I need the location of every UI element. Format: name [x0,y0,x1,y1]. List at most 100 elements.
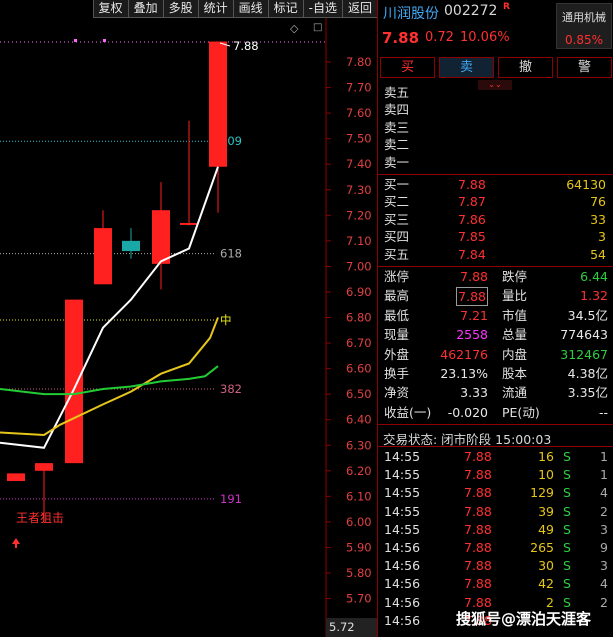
toolbar-button[interactable]: 叠加 [127,0,163,18]
level-label: 买一 [384,177,410,192]
stat-value: 2558 [456,327,488,343]
sell-button[interactable]: 卖 [439,57,494,78]
level-label: 卖三 [384,119,410,135]
stat-label: 流通 [502,385,528,401]
y-tick-label: 6.20 [346,464,372,478]
ma-yellow-line [0,317,219,437]
tick-time: 14:56 [384,576,421,592]
level-label: 买三 [384,211,410,227]
tick-price: 7.88 [464,467,492,483]
ask-row[interactable]: 卖四 [378,101,613,118]
tick-row: 14:55 7.88 129 S 4 [378,484,613,502]
alert-button[interactable]: 警 [557,57,612,78]
bid-row[interactable]: 买二 7.87 76 [378,193,613,210]
level-label: 191 [220,492,242,506]
tick-time: 14:55 [384,485,421,501]
y-tick-label: 7.30 [346,183,372,197]
toolbar-button[interactable]: 返回 [341,0,377,18]
level-label: 买四 [384,229,410,245]
tick-price: 7.88 [464,558,492,574]
ask-list: 卖五 卖四 卖三卖二 卖一 [378,84,613,171]
stat-value: 462176 [440,346,488,362]
tick-time: 14:55 [384,503,421,519]
ask-row[interactable]: 卖二 [378,136,613,153]
stat-value: 3.35亿 [567,385,608,401]
divider [378,174,613,175]
divider [378,446,613,447]
tick-price: 7.88 [464,503,492,519]
tick-volume: 265 [530,539,554,555]
tick-time: 14:56 [384,539,421,555]
y-tick-label: 7.60 [346,106,372,120]
y-tick-label: 7.10 [346,234,372,248]
sector-box[interactable]: 通用机械 0.85% [556,3,612,49]
bid-row[interactable]: 买三 7.86 33 [378,211,613,228]
tick-direction: S [563,576,571,592]
buy-button[interactable]: 买 [380,57,435,78]
level-label: 卖五 [384,85,410,100]
tick-direction: S [563,467,571,483]
y-tick-label: 5.70 [346,592,372,606]
level-volume: 54 [590,246,606,262]
y-tick-label: 7.50 [346,132,372,146]
stat-label: 换手 [384,365,410,381]
ask-row[interactable]: 卖五 [378,84,613,101]
tick-list[interactable]: 14:55 7.88 16 S 1 14:55 7.88 10 S 1 14:55 7.88 129 S 4… [378,448,613,630]
watermark: 搜狐号@漂泊天涯客 [456,608,591,629]
bid-row[interactable]: 买五 7.84 54 [378,246,613,263]
cancel-order-button[interactable]: 撤 [498,57,553,78]
stat-label: 最高 [384,288,410,304]
tick-volume: 39 [538,503,554,519]
candlestick-chart[interactable]: 7.80 7.70 7.60 7.50 7.40 7.30 7.20 7.10 7.00 6.90… [0,0,377,637]
limit-marker [74,39,77,42]
ask-row[interactable]: 卖三 [378,119,613,136]
y-tick-label: 7.80 [346,55,372,69]
stat-value: 1.32 [580,288,608,304]
stock-name[interactable]: 川润股份 [383,3,439,23]
level-price: 7.85 [458,229,486,245]
bid-row[interactable]: 买四 7.85 3 [378,228,613,245]
tick-price: 7.88 [464,485,492,501]
sector-pct: 0.85% [564,33,604,47]
toolbar-button[interactable]: 统计 [197,0,233,18]
ma-white-line [0,166,219,449]
ask-row[interactable]: 卖一 [378,154,613,171]
action-row: 买 卖 撤 警 [380,57,612,78]
level-label: 382 [220,382,242,396]
toolbar-button[interactable]: 复权 [92,0,128,18]
bid-row[interactable]: 买一 7.88 64130 [378,176,613,193]
tick-direction: S [563,485,571,501]
tick-time: 14:56 [384,612,421,628]
tick-time: 14:55 [384,521,421,537]
tick-volume: 10 [538,467,554,483]
candle-body [65,299,83,464]
toolbar-button[interactable]: 多股 [162,0,198,18]
margin-mark: R [503,2,510,12]
toolbar-button[interactable]: 标记 [267,0,303,18]
tick-direction: S [563,449,571,464]
level-label: 卖二 [384,137,410,153]
current-price: 7.88 [382,29,420,47]
chart-canvas: 7.80 7.70 7.60 7.50 7.40 7.30 7.20 7.10 7.00 6.90… [0,18,377,637]
tick-row: 14:55 7.88 16 S 1 [378,448,613,466]
toolbar-button[interactable]: -自选 [302,0,342,18]
expand-icon[interactable]: □ [313,22,322,33]
level-price: 7.84 [458,246,486,262]
divider [378,266,613,267]
stat-value: 34.5亿 [567,307,608,323]
toolbar-button[interactable]: 画线 [232,0,268,18]
diamond-icon[interactable]: ◇ [290,22,298,35]
candle-body [35,463,53,471]
tick-count: 9 [600,539,608,555]
stat-value: 774643 [560,327,608,343]
divider [378,424,613,425]
level-label: 618 [220,247,242,261]
tick-volume: 16 [538,449,554,464]
tick-direction: S [563,521,571,537]
bid-list: 买一 7.88 64130 买二 7.87 76 买三 7.86 33 买四 7.85 3 买五 7.84… [378,176,613,263]
y-tick-label: 6.30 [346,438,372,452]
tick-time: 14:55 [384,449,421,464]
level-price: 7.88 [458,177,486,192]
stat-value: -0.020 [447,404,488,420]
stat-label: 跌停 [502,269,528,284]
